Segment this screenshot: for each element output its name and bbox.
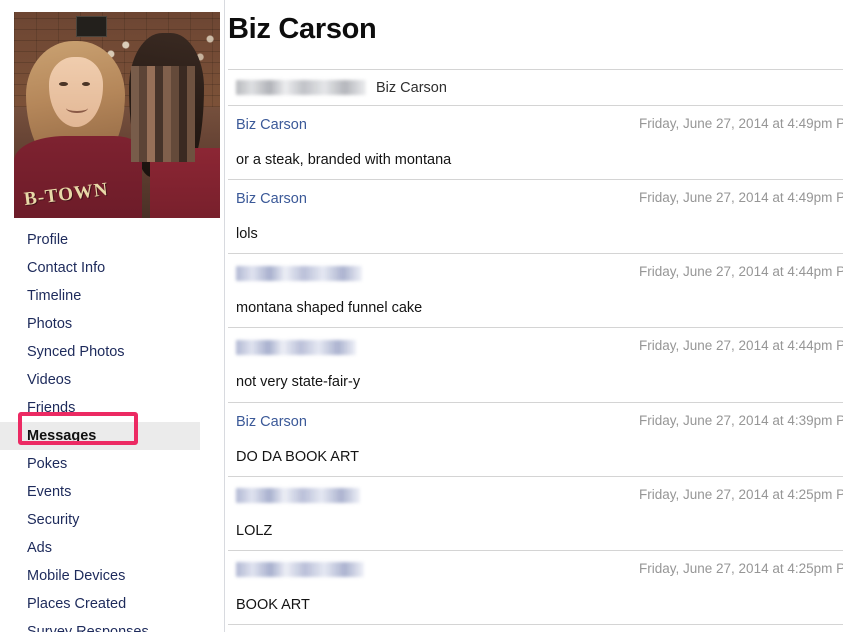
redacted-sender-name [236,339,356,355]
thread-participants: Biz Carson [228,70,843,106]
message-meta: Friday, June 27, 2014 at 4:44pm P [236,263,843,283]
redacted-sender-name [236,488,360,504]
message-timestamp: Friday, June 27, 2014 at 4:25pm P [639,486,843,502]
message-sender-link[interactable]: Biz Carson [236,191,307,207]
message-meta: Biz Carson Friday, June 27, 2014 at 4:39p… [236,412,843,432]
facebook-archive-page: B-TOWN Profile Contact Info Timeline Photos… [0,0,843,632]
message-list: Biz Carson Friday, June 27, 2014 at 4:49p… [228,106,843,625]
message-body: DO DA BOOK ART [236,448,360,465]
sidebar-item-profile[interactable]: Profile [0,226,225,254]
sidebar-item-messages[interactable]: Messages [0,422,200,450]
message-timestamp: Friday, June 27, 2014 at 4:49pm P [639,116,843,131]
message-body: montana shaped funnel cake [236,300,423,317]
sidebar-item-pokes[interactable]: Pokes [0,450,225,478]
redacted-sender-name [236,265,362,281]
redacted-participant-name [236,80,366,95]
message-sender-link[interactable]: Biz Carson [236,117,307,133]
redacted-sender-name [236,562,364,578]
message-row: Friday, June 27, 2014 at 4:25pm P BOOK AR… [228,551,843,625]
sidebar-item-photos[interactable]: Photos [0,310,225,338]
page-title: Biz Carson [228,13,377,45]
sidebar-item-contact-info[interactable]: Contact Info [0,254,225,282]
message-row: Biz Carson Friday, June 27, 2014 at 4:49p… [228,106,843,181]
thread-participant-visible: Biz Carson [376,79,447,96]
sidebar-item-synced-photos[interactable]: Synced Photos [0,338,225,366]
message-thread: Biz Carson Biz Carson Friday, June 27, 20… [228,69,843,625]
message-timestamp: Friday, June 27, 2014 at 4:44pm P [639,338,843,354]
sidebar-item-events[interactable]: Events [0,478,225,506]
message-row: Biz Carson Friday, June 27, 2014 at 4:49p… [228,180,843,255]
message-meta: Biz Carson Friday, June 27, 2014 at 4:49p… [236,189,843,209]
photo-subject-smile [65,103,89,113]
sidebar-item-places-created[interactable]: Places Created [0,590,225,618]
message-row: Biz Carson Friday, June 27, 2014 at 4:39p… [228,403,843,477]
message-body: not very state-fair-y [236,374,361,391]
message-body: or a steak, branded with montana [236,152,452,168]
sidebar-nav: Profile Contact Info Timeline Photos Synced … [0,226,225,632]
message-meta: Friday, June 27, 2014 at 4:25pm P [236,486,843,506]
message-meta: Friday, June 27, 2014 at 4:44pm P [236,337,843,357]
message-meta: Biz Carson Friday, June 27, 2014 at 4:49p… [236,115,843,135]
photo-subject-shirt: B-TOWN [14,135,142,218]
photo-background: B-TOWN [14,12,220,218]
message-body: lols [236,226,258,243]
message-row: Friday, June 27, 2014 at 4:44pm P montana… [228,254,843,329]
sidebar-item-ads[interactable]: Ads [0,534,225,562]
message-timestamp: Friday, June 27, 2014 at 4:25pm P [639,560,843,576]
message-row: Friday, June 27, 2014 at 4:25pm P LOLZ [228,477,843,551]
main-content: Biz Carson Biz Carson Biz Carson Friday, … [225,0,843,632]
photo-chalkboard-sign [75,16,107,37]
sidebar-item-mobile-devices[interactable]: Mobile Devices [0,562,225,590]
photo-subject-eye-left [59,82,68,87]
sidebar: B-TOWN Profile Contact Info Timeline Photos… [0,0,225,632]
message-row: Friday, June 27, 2014 at 4:44pm P not ver… [228,328,843,403]
message-meta: Friday, June 27, 2014 at 4:25pm P [236,560,843,580]
profile-photo: B-TOWN [14,12,220,218]
sidebar-item-friends[interactable]: Friends [0,394,225,422]
photo-pixelated-face-redaction [131,65,196,163]
sidebar-item-security[interactable]: Security [0,506,225,534]
sidebar-item-survey-responses[interactable]: Survey Responses [0,618,225,632]
photo-shirt-text: B-TOWN [23,179,110,211]
message-timestamp: Friday, June 27, 2014 at 4:39pm P [639,412,843,428]
message-body: BOOK ART [236,596,310,613]
sidebar-item-timeline[interactable]: Timeline [0,282,225,310]
sidebar-item-videos[interactable]: Videos [0,366,225,394]
message-timestamp: Friday, June 27, 2014 at 4:44pm P [639,264,843,280]
message-body: LOLZ [236,522,273,539]
message-timestamp: Friday, June 27, 2014 at 4:49pm P [639,190,843,206]
message-sender-link[interactable]: Biz Carson [236,414,307,430]
